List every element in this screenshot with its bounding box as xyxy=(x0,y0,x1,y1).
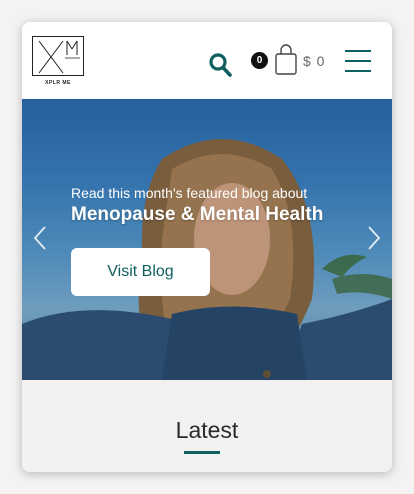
hero-banner: Read this month's featured blog about Me… xyxy=(22,99,392,380)
shopping-bag-icon xyxy=(275,44,297,75)
chevron-left-icon xyxy=(33,226,46,250)
logo-mark xyxy=(32,36,84,76)
chevron-right-icon xyxy=(368,226,381,250)
site-header: XPLR ME 0 $ 0 xyxy=(22,22,392,99)
hero-title: Menopause & Mental Health xyxy=(71,204,324,225)
hero-overlay xyxy=(22,99,392,380)
logo-wordmark: XPLR ME xyxy=(45,80,71,86)
visit-blog-button[interactable]: Visit Blog xyxy=(71,248,210,296)
latest-heading: Latest xyxy=(175,417,239,443)
search-icon xyxy=(209,53,232,77)
hero-kicker-text: Read this month's featured blog about xyxy=(71,185,308,201)
cart-count-badge: 0 xyxy=(251,52,268,69)
cart-total: $ 0 xyxy=(303,53,326,69)
latest-section: Latest xyxy=(22,380,392,472)
search-button[interactable] xyxy=(208,52,232,78)
carousel-prev-button[interactable] xyxy=(32,225,48,251)
mobile-viewport: XPLR ME 0 $ 0 Read this month's featured… xyxy=(22,22,392,472)
hamburger-menu-icon[interactable] xyxy=(345,50,371,72)
heading-underline xyxy=(184,451,220,454)
site-logo[interactable]: XPLR ME xyxy=(32,36,84,92)
cart-button[interactable] xyxy=(274,44,298,76)
carousel-next-button[interactable] xyxy=(366,225,382,251)
